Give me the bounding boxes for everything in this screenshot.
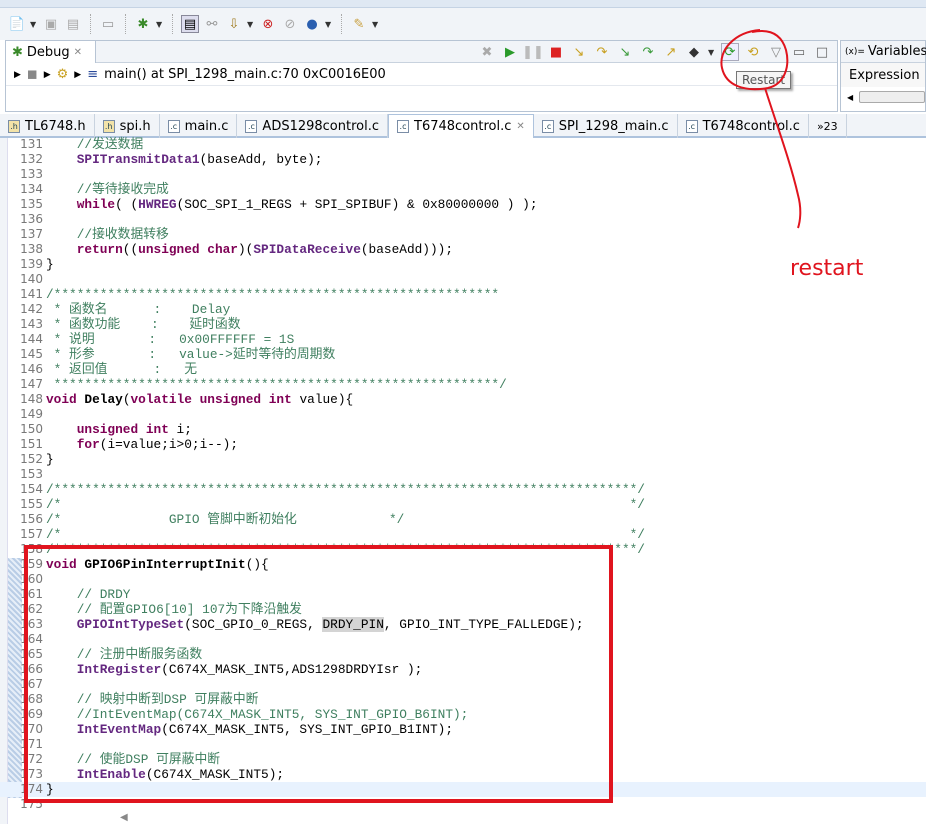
restart-annotation-label: restart: [790, 256, 864, 281]
annotation-circle: [720, 29, 789, 91]
annotation-arrow-line: [764, 87, 802, 229]
restart-annotation: [720, 29, 802, 229]
